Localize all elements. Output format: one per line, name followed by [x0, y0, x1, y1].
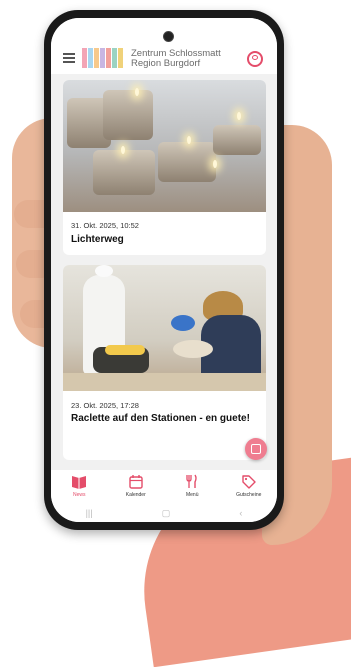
news-card[interactable]: 23. Okt. 2025, 17:28 Raclette auf den St…: [63, 265, 266, 460]
recent-apps-icon[interactable]: |||: [86, 508, 93, 518]
bottom-tab-bar: News Kalender Menü Gutscheine: [51, 470, 277, 504]
calendar-icon: [128, 474, 144, 489]
tab-label: Gutscheine: [236, 492, 262, 498]
tab-label: Menü: [185, 492, 199, 498]
logo-line-2: Region Burgdorf: [131, 58, 201, 69]
news-card[interactable]: 31. Okt. 2025, 10:52 Lichterweg: [63, 80, 266, 255]
home-icon[interactable]: ▢: [162, 508, 171, 519]
app-screen: Zentrum Schlossmatt Region Burgdorf 31. …: [51, 18, 277, 522]
smartphone: Zentrum Schlossmatt Region Burgdorf 31. …: [44, 10, 284, 530]
tab-label: News: [72, 492, 86, 498]
news-image: [63, 80, 266, 212]
tab-calendar[interactable]: Kalender: [111, 474, 161, 498]
hamburger-menu-icon[interactable]: [63, 53, 75, 63]
cutlery-icon: [184, 474, 200, 489]
front-camera: [163, 31, 174, 42]
system-navigation-bar: ||| ▢ ‹: [51, 504, 277, 522]
news-icon: [71, 474, 87, 489]
news-title: Raclette auf den Stationen - en guete!: [71, 413, 250, 424]
app-header: Zentrum Schlossmatt Region Burgdorf: [51, 18, 277, 74]
scan-qr-button[interactable]: [245, 438, 267, 460]
tab-menu[interactable]: Menü: [167, 474, 217, 498]
news-date: 23. Okt. 2025, 17:28: [71, 401, 139, 410]
news-image: [63, 265, 266, 391]
logo-icon: [82, 48, 123, 68]
voucher-tag-icon: [241, 474, 257, 489]
profile-icon[interactable]: [247, 51, 263, 67]
logo-text: Zentrum Schlossmatt Region Burgdorf: [131, 49, 221, 69]
tab-vouchers[interactable]: Gutscheine: [224, 474, 274, 498]
tab-label: Kalender: [125, 492, 146, 498]
news-date: 31. Okt. 2025, 10:52: [71, 221, 139, 230]
back-icon[interactable]: ‹: [239, 508, 242, 518]
tab-news[interactable]: News: [54, 474, 104, 498]
news-title: Lichterweg: [71, 234, 124, 245]
